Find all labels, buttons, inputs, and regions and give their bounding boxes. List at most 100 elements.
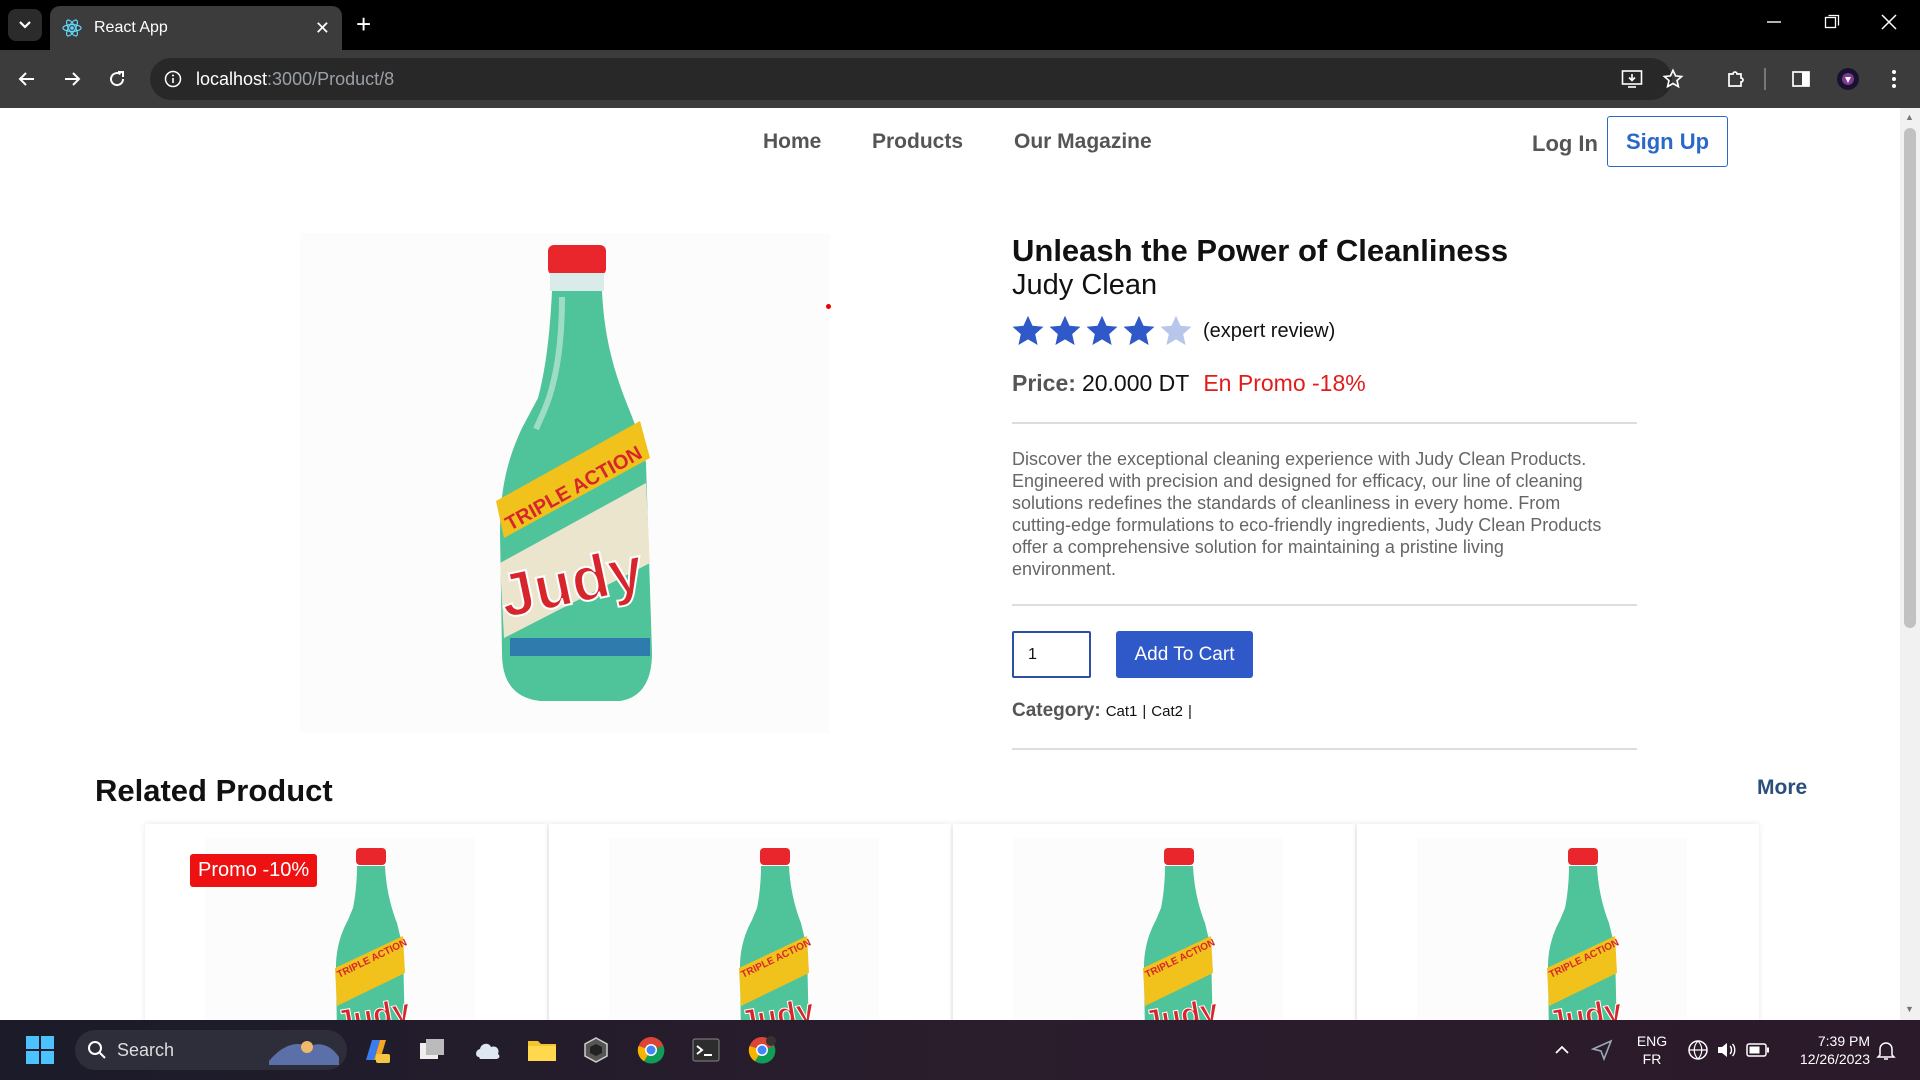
install-app-icon[interactable]: [1617, 64, 1647, 94]
product-thumbnail: TRIPLE ACTION Judy: [1417, 838, 1687, 1020]
windows-start-icon[interactable]: [22, 1032, 58, 1068]
url-path: :3000/Product/8: [267, 68, 395, 89]
divider: [1012, 604, 1637, 606]
category-separator: |: [1187, 703, 1192, 720]
login-link[interactable]: Log In: [1532, 131, 1598, 157]
search-placeholder: Search: [117, 1039, 175, 1060]
browser-menu-icon[interactable]: [1879, 64, 1909, 94]
product-title: Unleash the Power of Cleanliness: [1012, 233, 1509, 268]
copilot-icon[interactable]: [358, 1032, 394, 1068]
tab-close-icon[interactable]: ✕: [315, 18, 330, 39]
product-description: Discover the exceptional cleaning experi…: [1012, 449, 1602, 579]
scroll-up-arrow-icon[interactable]: ▲: [1905, 112, 1914, 122]
task-view-icon[interactable]: [414, 1032, 450, 1068]
star-icon: [1049, 315, 1081, 345]
quantity-input[interactable]: [1012, 631, 1091, 678]
toolbar-divider: [1764, 68, 1766, 90]
scrollbar-thumb[interactable]: [1904, 128, 1916, 628]
more-link[interactable]: More: [1757, 776, 1807, 800]
language-bottom: FR: [1642, 1051, 1662, 1067]
divider: [1012, 748, 1637, 750]
signup-button[interactable]: Sign Up: [1607, 116, 1728, 167]
chevron-down-icon: [19, 21, 31, 29]
send-icon[interactable]: [1584, 1032, 1620, 1068]
url-host: localhost: [196, 68, 268, 89]
reload-icon: [110, 71, 125, 87]
cleaner-bottle-image: TRIPLE ACTION Judy: [736, 848, 817, 1020]
cleaner-bottle-image: TRIPLE ACTION Judy: [493, 245, 652, 701]
arrow-left-icon: [18, 72, 34, 86]
forward-button[interactable]: [57, 64, 87, 94]
widgets-icon[interactable]: [470, 1032, 506, 1068]
reload-button[interactable]: [102, 64, 132, 94]
product-brand: Judy Clean: [1012, 269, 1158, 301]
back-button[interactable]: [12, 64, 42, 94]
chrome-active-icon[interactable]: [744, 1032, 780, 1068]
new-tab-button[interactable]: +: [356, 11, 371, 37]
promo-label: En Promo -18%: [1203, 370, 1366, 396]
volume-icon[interactable]: [1708, 1032, 1744, 1068]
windows-taskbar: Search ENG FR 7:39 PM 12/26/2023: [0, 1020, 1920, 1080]
app-icon[interactable]: [578, 1032, 614, 1068]
page-scrollbar[interactable]: ▲ ▼: [1900, 108, 1920, 1020]
nav-home-link[interactable]: Home: [763, 130, 821, 154]
cleaner-bottle-image: TRIPLE ACTION Judy: [1544, 848, 1625, 1020]
star-icon: [1012, 315, 1044, 345]
clock-date: 12/26/2023: [1799, 1051, 1870, 1067]
divider: [1012, 422, 1637, 424]
browser-tab-bar: React App ✕ +: [0, 0, 1920, 50]
rating-stars: (expert review): [1010, 313, 1335, 349]
extensions-icon[interactable]: [1721, 64, 1751, 94]
show-hidden-icons-chevron-icon[interactable]: [1544, 1032, 1580, 1068]
tab-search-button[interactable]: [8, 9, 42, 41]
product-thumbnail: TRIPLE ACTION Judy: [1013, 838, 1283, 1020]
scroll-down-arrow-icon[interactable]: ▼: [1905, 1004, 1914, 1014]
search-icon: [88, 1041, 106, 1059]
address-bar[interactable]: localhost:3000/Product/8: [150, 58, 1672, 100]
react-icon: [62, 19, 82, 37]
star-icon: [1123, 315, 1155, 345]
category-label: Category:: [1012, 700, 1101, 721]
star-empty-icon: [1160, 315, 1192, 345]
file-explorer-icon[interactable]: [524, 1032, 560, 1068]
terminal-icon[interactable]: [688, 1032, 724, 1068]
star-icon: [1086, 315, 1118, 345]
battery-icon[interactable]: [1740, 1032, 1776, 1068]
tab-title: React App: [94, 19, 168, 36]
price-row: Price: 20.000 DT En Promo -18%: [1012, 370, 1366, 397]
nav-products-link[interactable]: Products: [872, 130, 963, 154]
search-highlight-image: [269, 1041, 339, 1065]
product-thumbnail: TRIPLE ACTION Judy: [609, 838, 879, 1020]
side-panel-icon[interactable]: [1786, 64, 1816, 94]
notification-bell-icon[interactable]: [1868, 1032, 1904, 1068]
chrome-icon[interactable]: [633, 1032, 669, 1068]
web-page: Home Products Our Magazine Log In Sign U…: [0, 108, 1900, 1020]
category-item[interactable]: Cat2: [1151, 703, 1183, 720]
browser-toolbar: localhost:3000/Product/8: [0, 50, 1920, 108]
category-item[interactable]: Cat1: [1106, 703, 1138, 720]
related-product-card[interactable]: TRIPLE ACTION Judy: [953, 824, 1355, 1020]
price-value: 20.000 DT: [1081, 370, 1190, 396]
nav-magazine-link[interactable]: Our Magazine: [1014, 130, 1152, 154]
related-product-card[interactable]: TRIPLE ACTION Judy: [549, 824, 951, 1020]
info-icon: [164, 70, 182, 88]
restore-icon[interactable]: [1824, 12, 1840, 38]
cleaner-bottle-image: TRIPLE ACTION Judy: [1140, 848, 1221, 1020]
profile-avatar[interactable]: [1833, 64, 1863, 94]
arrow-right-icon: [65, 72, 81, 86]
browser-tab[interactable]: React App ✕: [50, 6, 342, 50]
language-indicator[interactable]: ENG FR: [1634, 1032, 1670, 1068]
promo-badge: Promo -10%: [190, 854, 318, 887]
category-row: Category: Cat1 | Cat2 |: [1012, 700, 1197, 722]
clock[interactable]: 7:39 PM 12/26/2023: [1780, 1032, 1870, 1068]
related-product-card[interactable]: TRIPLE ACTION Judy: [1357, 824, 1759, 1020]
product-image: TRIPLE ACTION Judy: [300, 233, 830, 733]
taskbar-search[interactable]: Search: [75, 1030, 347, 1070]
clock-time: 7:39 PM: [1817, 1033, 1870, 1049]
minimize-icon[interactable]: [1766, 12, 1782, 38]
bookmark-star-icon[interactable]: [1658, 64, 1688, 94]
close-window-icon[interactable]: [1880, 12, 1898, 38]
review-label: (expert review): [1203, 319, 1336, 342]
add-to-cart-button[interactable]: Add To Cart: [1116, 631, 1253, 678]
language-top: ENG: [1636, 1033, 1668, 1049]
